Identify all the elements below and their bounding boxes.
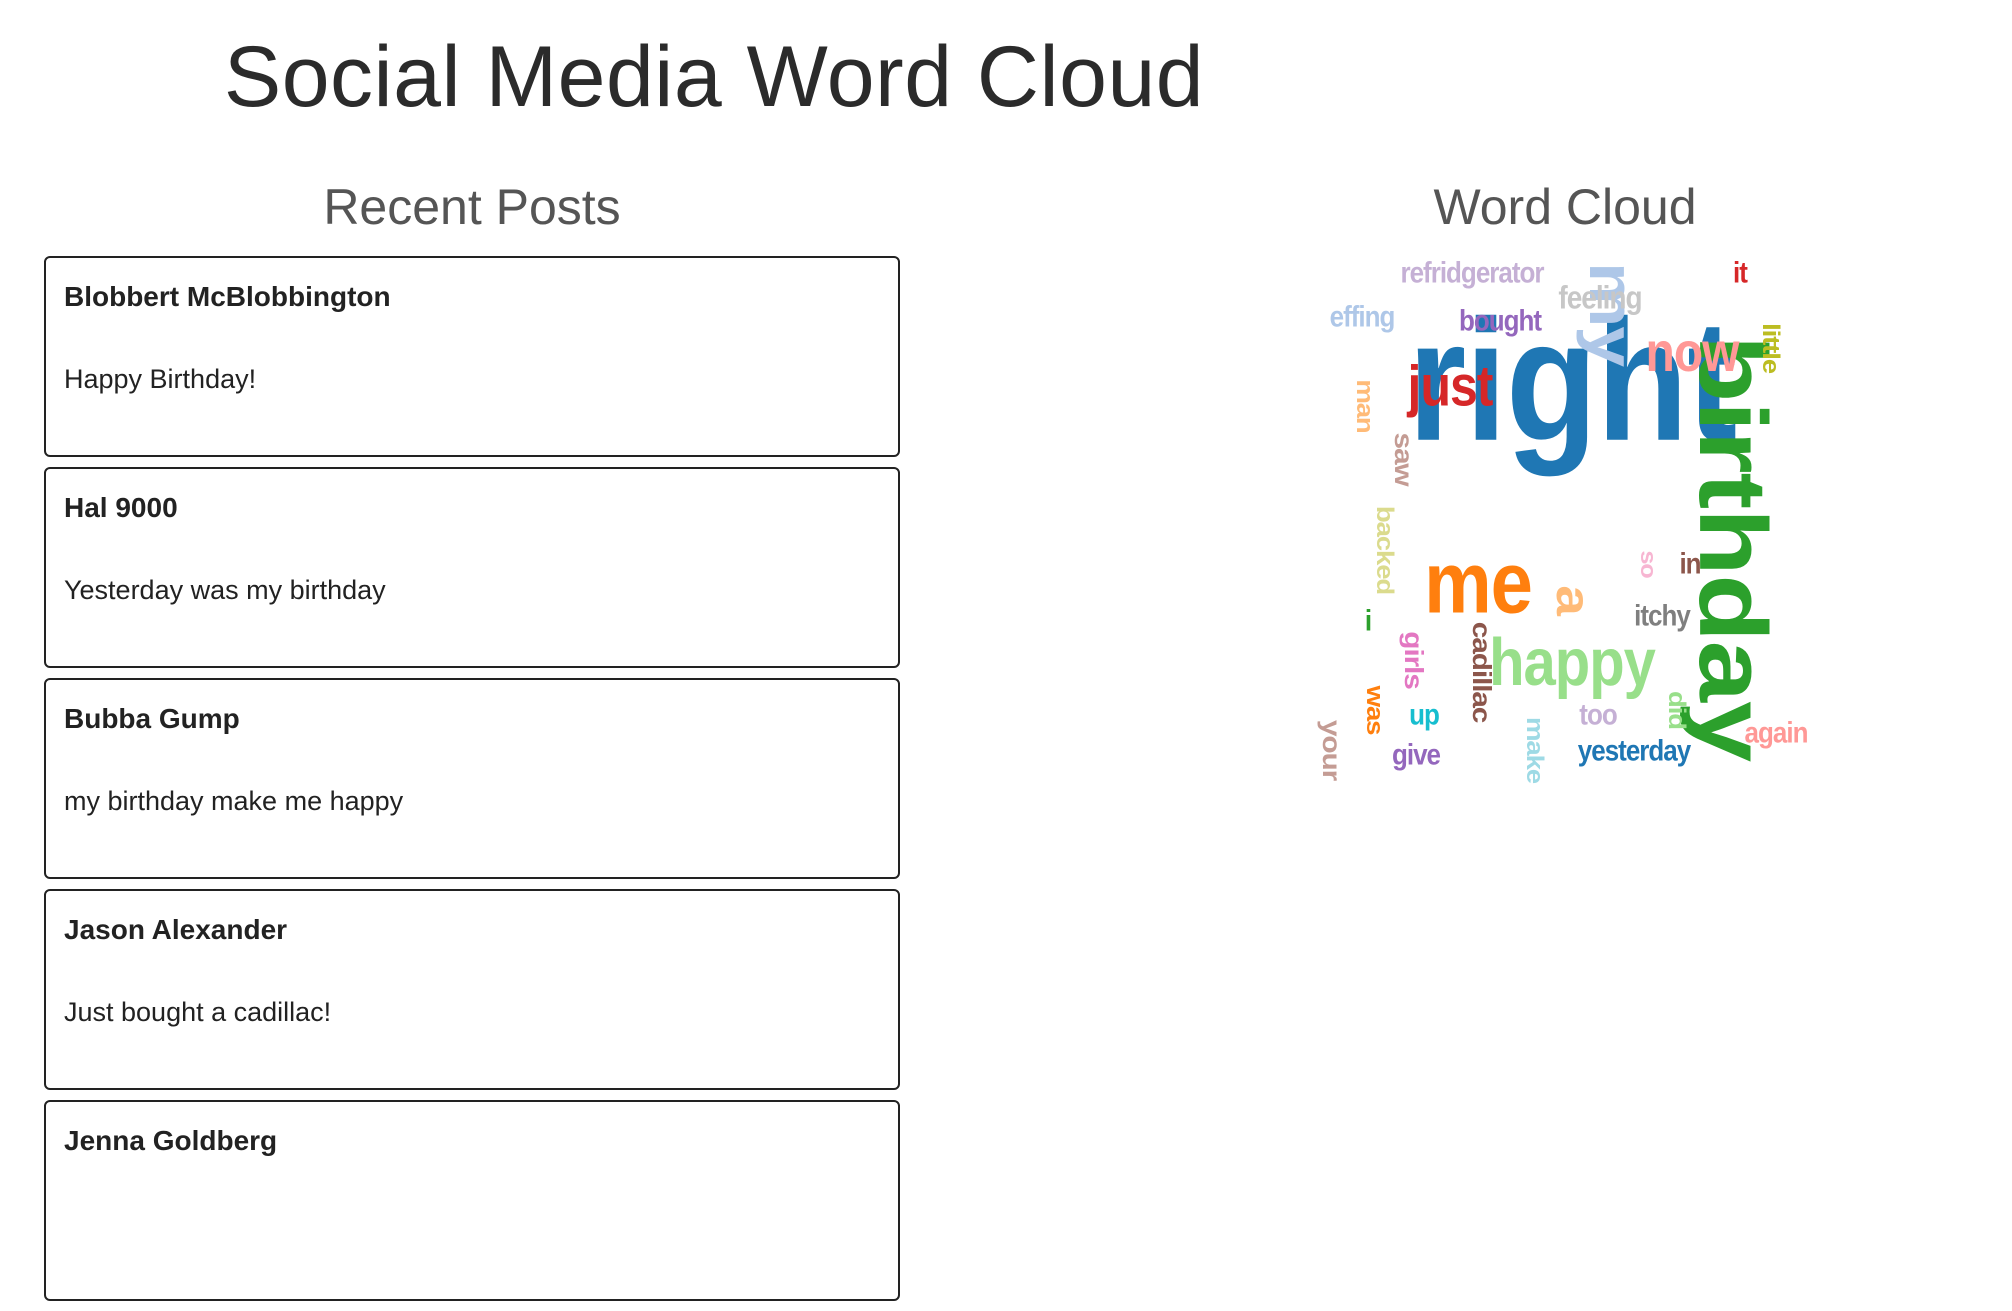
posts-list: Blobbert McBlobbington Happy Birthday! H… <box>44 256 900 1311</box>
post-card: Blobbert McBlobbington Happy Birthday! <box>44 256 900 457</box>
cloud-word-backed: backed <box>1371 505 1398 595</box>
cloud-word-up: up <box>1409 696 1440 732</box>
cloud-word-i: i <box>1364 602 1372 638</box>
post-text: Yesterday was my birthday <box>64 575 386 605</box>
post-card: Bubba Gump my birthday make me happy <box>44 678 900 879</box>
post-author: Bubba Gump <box>64 703 240 734</box>
cloud-word-it: it <box>1733 254 1748 290</box>
cloud-word-cadillac: cadillac <box>1467 621 1497 723</box>
cloud-word-effing: effing <box>1329 298 1396 334</box>
cloud-word-a: a <box>1546 585 1599 615</box>
cloud-word-give: give <box>1391 736 1441 772</box>
post-text: Happy Birthday! <box>64 364 257 394</box>
cloud-word-did: did <box>1663 691 1690 729</box>
cloud-word-in: in <box>1679 545 1701 581</box>
cloud-word-your: your <box>1317 719 1347 781</box>
cloud-word-now: now <box>1645 322 1740 384</box>
cloud-word-again: again <box>1744 714 1809 750</box>
cloud-word-me: me <box>1424 534 1533 633</box>
post-text: my birthday make me happy <box>64 786 404 816</box>
cloud-word-so: so <box>1636 550 1661 578</box>
cloud-word-bought: bought <box>1458 302 1542 338</box>
cloud-word-feeling: feeling <box>1558 279 1642 316</box>
cloud-word-make: make <box>1521 717 1548 783</box>
word-cloud-heading: Word Cloud <box>1433 179 1697 235</box>
cloud-word-was: was <box>1361 685 1388 735</box>
cloud-word-refridgerator: refridgerator <box>1400 254 1544 290</box>
cloud-word-little: little <box>1757 323 1784 373</box>
post-text: Just bought a cadillac! <box>64 997 332 1027</box>
cloud-word-yesterday: yesterday <box>1577 732 1691 768</box>
cloud-word-saw: saw <box>1389 432 1419 486</box>
post-author: Blobbert McBlobbington <box>64 281 391 312</box>
page-title: Social Media Word Cloud <box>223 29 1205 125</box>
post-card: Hal 9000 Yesterday was my birthday <box>44 467 900 668</box>
post-author: Hal 9000 <box>64 492 178 523</box>
recent-posts-heading: Recent Posts <box>323 179 621 235</box>
post-card: Jenna Goldberg <box>44 1100 900 1301</box>
cloud-word-man: man <box>1351 379 1378 433</box>
cloud-word-just: just <box>1407 353 1494 419</box>
post-author: Jason Alexander <box>64 914 288 945</box>
cloud-word-happy: happy <box>1489 625 1656 700</box>
cloud-word-girls: girls <box>1399 631 1429 689</box>
word-cloud: right birthday me my happy just now a re… <box>1310 250 1830 790</box>
cloud-word-too: too <box>1579 696 1617 732</box>
post-card: Jason Alexander Just bought a cadillac! <box>44 889 900 1090</box>
cloud-word-itchy: itchy <box>1634 597 1691 633</box>
post-author: Jenna Goldberg <box>64 1125 278 1156</box>
